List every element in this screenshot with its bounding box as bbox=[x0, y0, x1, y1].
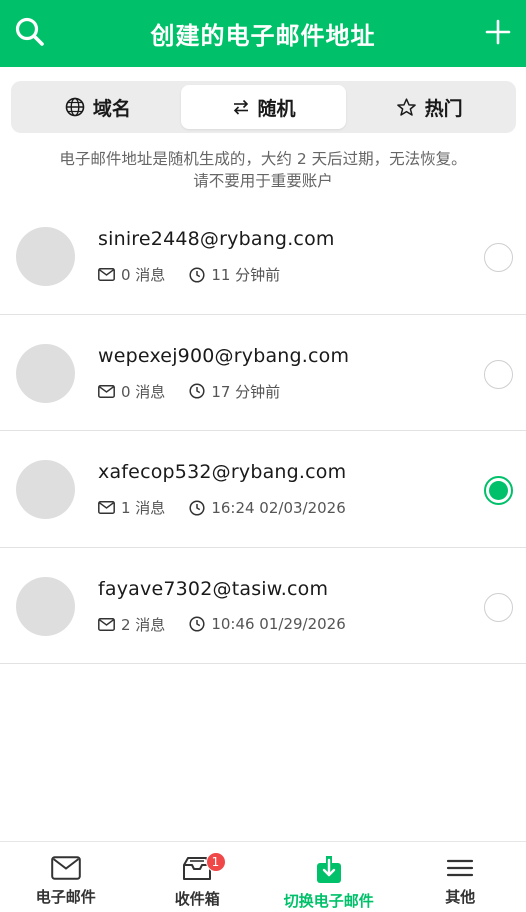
mail-icon bbox=[98, 501, 115, 514]
avatar bbox=[16, 460, 75, 519]
created-time: 11 分钟前 bbox=[189, 264, 280, 285]
swap-arrows-icon bbox=[233, 99, 248, 115]
mail-icon bbox=[50, 856, 81, 880]
email-meta: 1 消息 16:24 02/03/2026 bbox=[98, 497, 370, 518]
nav-item-more[interactable]: 其他 bbox=[395, 842, 526, 912]
bottom-nav: 电子邮件 1 收件箱 切换电子邮件 其他 bbox=[0, 841, 526, 912]
message-count-text: 0 消息 bbox=[121, 382, 166, 401]
notice-line-2: 请不要用于重要账户 bbox=[193, 172, 333, 190]
tab-domain-label: 域名 bbox=[92, 97, 131, 120]
tab-popular-label: 热门 bbox=[424, 97, 463, 120]
mail-icon bbox=[98, 617, 115, 631]
clock-icon bbox=[189, 266, 205, 283]
email-address: fayave7302@tasiw.com bbox=[98, 577, 329, 600]
nav-label-switch-email: 切换电子邮件 bbox=[283, 892, 374, 910]
message-count: 1 消息 bbox=[98, 497, 165, 518]
nav-label-more: 其他 bbox=[445, 888, 476, 906]
created-time: 16:24 02/03/2026 bbox=[189, 498, 346, 517]
nav-item-switch-email[interactable]: 切换电子邮件 bbox=[263, 842, 395, 912]
avatar bbox=[16, 343, 75, 403]
plus-icon bbox=[485, 19, 511, 45]
avatar bbox=[16, 576, 75, 636]
message-count: 0 消息 bbox=[98, 381, 165, 402]
expiry-notice: 电子邮件地址是随机生成的，大约 2 天后过期，无法恢复。 请不要用于重要账户 bbox=[0, 148, 526, 192]
tab-popular[interactable]: 热门 bbox=[346, 85, 512, 129]
select-radio[interactable] bbox=[484, 592, 513, 622]
star-icon bbox=[396, 97, 416, 116]
tab-domain[interactable]: 域名 bbox=[15, 85, 181, 129]
search-icon bbox=[15, 17, 44, 46]
created-time-text: 16:24 02/03/2026 bbox=[211, 498, 346, 517]
select-radio[interactable] bbox=[484, 243, 513, 272]
message-count-text: 1 消息 bbox=[121, 499, 166, 517]
email-address: xafecop532@rybang.com bbox=[98, 461, 347, 483]
nav-item-email[interactable]: 电子邮件 bbox=[0, 842, 132, 912]
clock-icon bbox=[189, 499, 205, 516]
add-email-button[interactable] bbox=[474, 8, 522, 56]
created-time-text: 11 分钟前 bbox=[211, 266, 281, 284]
created-time-text: 17 分钟前 bbox=[211, 382, 281, 401]
menu-icon bbox=[447, 859, 474, 877]
mode-segmented-control: 域名 随机 热门 bbox=[11, 81, 516, 133]
created-time: 17 分钟前 bbox=[189, 381, 280, 402]
tab-random-label: 随机 bbox=[257, 97, 296, 120]
tab-random[interactable]: 随机 bbox=[180, 85, 347, 129]
email-meta: 2 消息 10:46 01/29/2026 bbox=[98, 614, 370, 635]
email-row[interactable]: sinire2448@rybang.com 0 消息 11 分钟前 bbox=[0, 198, 526, 315]
avatar bbox=[16, 227, 75, 286]
mail-icon bbox=[98, 384, 115, 398]
mail-icon bbox=[98, 268, 115, 281]
created-time-text: 10:46 01/29/2026 bbox=[211, 615, 346, 633]
nav-label-email: 电子邮件 bbox=[35, 888, 96, 906]
email-meta: 0 消息 17 分钟前 bbox=[98, 381, 304, 402]
message-count-text: 0 消息 bbox=[121, 266, 166, 284]
search-button[interactable] bbox=[6, 8, 54, 56]
message-count: 2 消息 bbox=[98, 614, 165, 635]
switch-download-icon bbox=[316, 856, 341, 883]
notice-line-1: 电子邮件地址是随机生成的，大约 2 天后过期，无法恢复。 bbox=[59, 150, 467, 168]
app-root: 创建的电子邮件地址 域名 随机 热门 电子邮件地址是随机生成的，大约 2 天后过… bbox=[0, 0, 526, 912]
page-title: 创建的电子邮件地址 bbox=[150, 22, 376, 50]
email-address: wepexej900@rybang.com bbox=[98, 344, 350, 367]
inbox-badge: 1 bbox=[205, 852, 226, 872]
clock-icon bbox=[189, 383, 205, 399]
select-radio[interactable] bbox=[484, 359, 513, 389]
email-meta: 0 消息 11 分钟前 bbox=[98, 264, 304, 285]
nav-item-inbox[interactable]: 1 收件箱 bbox=[132, 842, 264, 912]
email-row[interactable]: fayave7302@tasiw.com 2 消息 10:46 01/29/20… bbox=[0, 548, 526, 664]
email-address: sinire2448@rybang.com bbox=[98, 228, 335, 250]
nav-label-inbox: 收件箱 bbox=[174, 890, 220, 908]
app-header: 创建的电子邮件地址 bbox=[0, 0, 526, 67]
message-count: 0 消息 bbox=[98, 264, 165, 285]
clock-icon bbox=[189, 616, 205, 632]
email-list: sinire2448@rybang.com 0 消息 11 分钟前 wepexe… bbox=[0, 198, 526, 664]
email-row[interactable]: wepexej900@rybang.com 0 消息 17 分钟前 bbox=[0, 315, 526, 431]
message-count-text: 2 消息 bbox=[121, 615, 166, 634]
created-time: 10:46 01/29/2026 bbox=[189, 615, 346, 633]
globe-icon bbox=[65, 97, 85, 117]
email-row[interactable]: xafecop532@rybang.com 1 消息 16:24 02/03/2… bbox=[0, 431, 526, 548]
select-radio-selected[interactable] bbox=[484, 476, 513, 505]
